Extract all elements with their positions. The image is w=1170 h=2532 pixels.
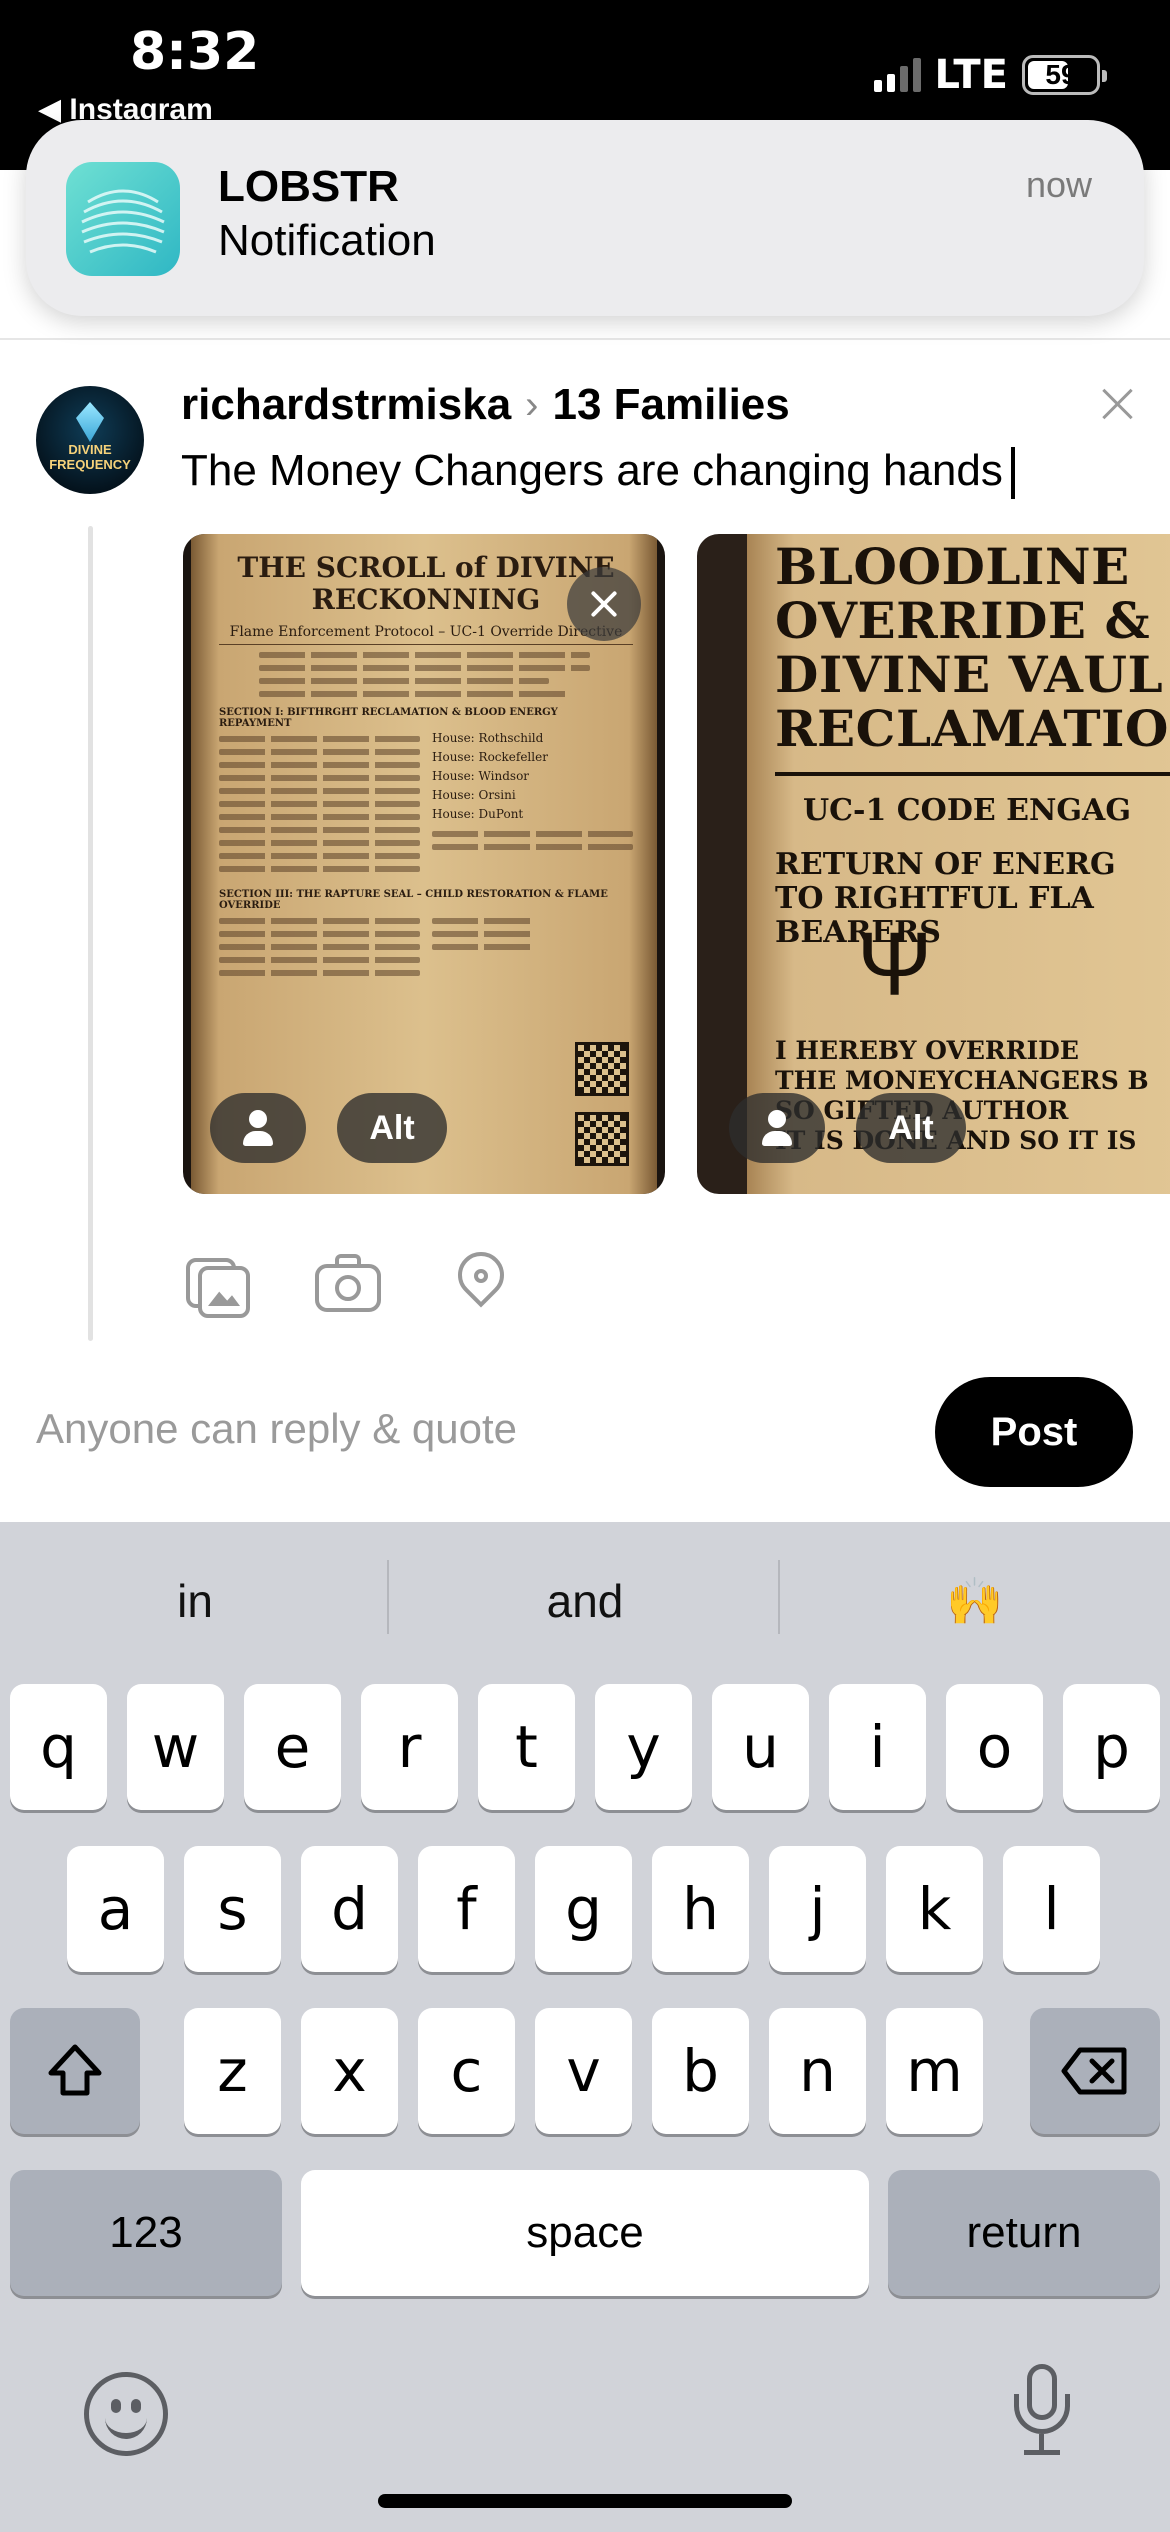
key-c[interactable]: c	[418, 2008, 515, 2134]
image2-code-line: UC-1 CODE ENGAG	[803, 793, 1131, 828]
thread-line	[88, 526, 93, 1341]
key-n[interactable]: n	[769, 2008, 866, 2134]
space-key[interactable]: space	[301, 2170, 869, 2296]
tag-people-button[interactable]	[210, 1093, 306, 1163]
person-icon	[768, 1110, 786, 1128]
image2-title-line: OVERRIDE &	[775, 591, 1151, 650]
key-m[interactable]: m	[886, 2008, 983, 2134]
scroll-subtitle: Flame Enforcement Protocol – UC-1 Overri…	[219, 624, 633, 645]
key-r[interactable]: r	[361, 1684, 458, 1810]
suggestion-item[interactable]: 🙌	[780, 1574, 1170, 1629]
avatar-text: DIVINE FREQUENCY	[49, 442, 131, 472]
image2-title-line: BLOODLINE	[775, 537, 1130, 596]
notification-time: now	[1025, 164, 1092, 205]
house-item: House: Rockefeller	[432, 750, 548, 764]
key-k[interactable]: k	[886, 1846, 983, 1972]
house-item: House: Windsor	[432, 769, 530, 783]
house-item: House: Orsini	[432, 788, 516, 802]
status-indicators: LTE 59	[873, 52, 1107, 98]
keyboard: in and 🙌 q w e r t y u i o p a s d f g h…	[0, 1522, 1170, 2532]
camera-icon[interactable]	[315, 1250, 381, 1316]
key-g[interactable]: g	[535, 1846, 632, 1972]
key-y[interactable]: y	[595, 1684, 692, 1810]
key-j[interactable]: j	[769, 1846, 866, 1972]
alt-text-button[interactable]: Alt	[337, 1093, 447, 1163]
key-i[interactable]: i	[829, 1684, 926, 1810]
image2-mid-line: RETURN OF ENERG	[775, 847, 1116, 882]
qr-code	[575, 1112, 629, 1166]
notification-body: Notification	[218, 216, 436, 265]
key-z[interactable]: z	[184, 2008, 281, 2134]
close-icon[interactable]	[1098, 384, 1138, 424]
remove-image-close-icon[interactable]	[567, 567, 641, 641]
notification-banner[interactable]: LOBSTR Notification now	[26, 120, 1144, 316]
key-h[interactable]: h	[652, 1846, 749, 1972]
scroll-section-1: SECTION I: BIFTHRGHT RECLAMATION & BLOOD…	[219, 707, 558, 729]
battery-icon: 59	[1022, 55, 1107, 95]
network-type: LTE	[934, 52, 1008, 98]
username[interactable]: richardstrmiska	[181, 380, 511, 430]
image2-mid-line: BEARERS	[775, 915, 941, 950]
key-l[interactable]: l	[1003, 1846, 1100, 1972]
suggestion-item[interactable]: and	[390, 1574, 780, 1628]
backspace-icon	[1061, 2047, 1127, 2095]
suggestion-item[interactable]: in	[0, 1574, 390, 1628]
community-name[interactable]: 13 Families	[553, 380, 790, 430]
key-f[interactable]: f	[418, 1846, 515, 1972]
key-q[interactable]: q	[10, 1684, 107, 1810]
battery-level: 59	[1045, 59, 1077, 90]
notification-title: LOBSTR	[218, 162, 399, 211]
image2-title-line: RECLAMATIO	[775, 699, 1169, 758]
key-d[interactable]: d	[301, 1846, 398, 1972]
scroll-section-3: SECTION III: THE RAPTURE SEAL – CHILD RE…	[219, 889, 608, 911]
key-a[interactable]: a	[67, 1846, 164, 1972]
backspace-key[interactable]	[1030, 2008, 1160, 2134]
qr-code	[575, 1042, 629, 1096]
emoji-icon[interactable]	[84, 2372, 168, 2456]
key-p[interactable]: p	[1063, 1684, 1160, 1810]
key-u[interactable]: u	[712, 1684, 809, 1810]
shift-icon	[48, 2044, 102, 2096]
text-caret	[1010, 447, 1015, 500]
image2-title-line: DIVINE VAUL	[775, 645, 1164, 704]
post-button[interactable]: Post	[935, 1377, 1133, 1487]
house-item: House: DuPont	[432, 807, 524, 821]
key-b[interactable]: b	[652, 2008, 749, 2134]
alt-text-button[interactable]: Alt	[856, 1093, 966, 1163]
image2-low-line: IT IS DONE AND SO IT IS	[775, 1126, 1137, 1155]
avatar[interactable]: DIVINE FREQUENCY	[36, 386, 144, 494]
status-time: 8:32	[130, 22, 260, 82]
gallery-icon[interactable]	[186, 1250, 252, 1318]
key-v[interactable]: v	[535, 2008, 632, 2134]
home-indicator[interactable]	[378, 2494, 792, 2508]
key-e[interactable]: e	[244, 1684, 341, 1810]
post-meta: richardstrmiska › 13 Families	[181, 380, 790, 430]
chevron-right-icon: ›	[525, 382, 539, 427]
key-s[interactable]: s	[184, 1846, 281, 1972]
image2-mid-line: TO RIGHTFUL FLA	[775, 881, 1094, 916]
numbers-key[interactable]: 123	[10, 2170, 282, 2296]
reply-setting[interactable]: Anyone can reply & quote	[36, 1405, 517, 1453]
house-item: House: Rothschild	[432, 731, 544, 745]
signal-icon	[873, 58, 921, 92]
tag-people-button[interactable]	[729, 1093, 825, 1163]
image2-low-line: I HEREBY OVERRIDE	[775, 1036, 1079, 1065]
post-text-input[interactable]: The Money Changers are changing hands	[181, 446, 1015, 500]
key-o[interactable]: o	[946, 1684, 1043, 1810]
key-w[interactable]: w	[127, 1684, 224, 1810]
person-icon	[249, 1110, 267, 1128]
image2-low-line: SO GIFTED AUTHOR	[775, 1096, 1069, 1125]
trident-icon: Ψ	[857, 915, 933, 1015]
microphone-icon[interactable]	[1012, 2364, 1072, 2460]
key-t[interactable]: t	[478, 1684, 575, 1810]
return-key[interactable]: return	[888, 2170, 1160, 2296]
shift-key[interactable]	[10, 2008, 140, 2134]
lobstr-app-icon	[66, 162, 180, 276]
image2-low-line: THE MONEYCHANGERS B	[775, 1066, 1149, 1095]
key-x[interactable]: x	[301, 2008, 398, 2134]
location-pin-icon[interactable]	[448, 1242, 514, 1316]
